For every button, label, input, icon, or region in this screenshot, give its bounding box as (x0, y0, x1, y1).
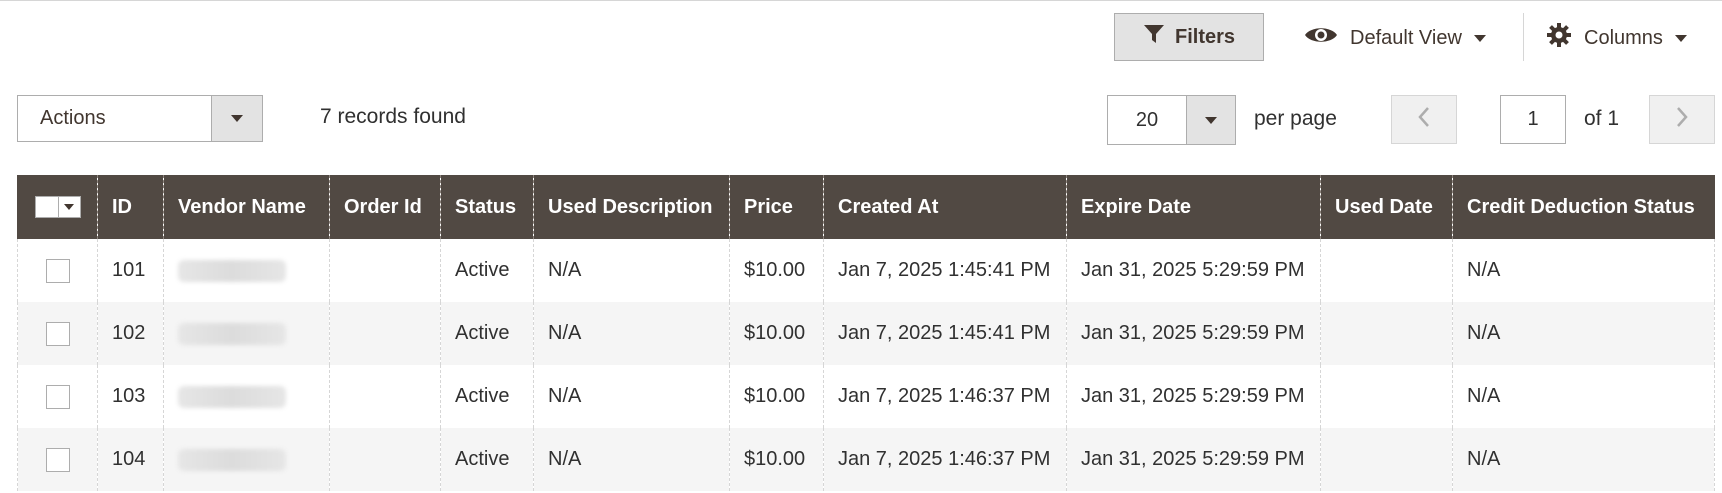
gear-icon (1546, 22, 1572, 54)
funnel-icon (1143, 23, 1165, 51)
view-label: Default View (1350, 26, 1462, 49)
cell-created-at: Jan 7, 2025 1:46:37 PM (823, 428, 1067, 491)
chevron-left-icon (1417, 106, 1431, 133)
page-number-input[interactable] (1500, 95, 1566, 144)
cell-credit-deduction-status: N/A (1452, 365, 1715, 428)
toolbar-separator (1523, 13, 1524, 61)
cell-used-date (1320, 365, 1453, 428)
cell-expire-date: Jan 31, 2025 5:29:59 PM (1066, 302, 1321, 365)
cell-vendor-name (163, 365, 330, 428)
actions-dropdown[interactable]: Actions (17, 95, 263, 142)
cell-credit-deduction-status: N/A (1452, 239, 1715, 302)
columns-button[interactable]: Columns (1546, 16, 1687, 60)
filters-button[interactable]: Filters (1114, 13, 1264, 61)
redacted-vendor-name (178, 322, 286, 345)
mass-select-checkbox[interactable] (34, 196, 59, 219)
mass-select[interactable] (34, 196, 81, 219)
table-row: 103 Active N/A $10.00 Jan 7, 2025 1:46:3… (17, 365, 1715, 428)
col-header-credit-deduction-status[interactable]: Credit Deduction Status (1452, 175, 1715, 239)
per-page-toggle[interactable] (1186, 96, 1235, 144)
col-header-order-id[interactable]: Order Id (329, 175, 441, 239)
mass-select-toggle[interactable] (58, 196, 81, 219)
cell-used-description: N/A (533, 428, 730, 491)
cell-order-id (329, 302, 441, 365)
row-checkbox[interactable] (45, 384, 70, 409)
cell-used-description: N/A (533, 365, 730, 428)
cell-price: $10.00 (729, 302, 824, 365)
cell-order-id (329, 428, 441, 491)
chevron-down-icon (1473, 34, 1486, 42)
cell-used-date (1320, 239, 1453, 302)
chevron-down-icon (1674, 34, 1687, 42)
chevron-down-icon (1205, 116, 1217, 124)
cell-id: 102 (97, 302, 164, 365)
col-header-id[interactable]: ID (97, 175, 164, 239)
cell-expire-date: Jan 31, 2025 5:29:59 PM (1066, 365, 1321, 428)
cell-order-id (329, 239, 441, 302)
chevron-down-icon (231, 115, 243, 122)
next-page-button[interactable] (1649, 95, 1715, 144)
top-divider (0, 0, 1722, 1)
per-page-select[interactable]: 20 (1107, 95, 1236, 145)
per-page-label: per page (1254, 107, 1337, 130)
table-row: 104 Active N/A $10.00 Jan 7, 2025 1:46:3… (17, 428, 1715, 491)
cell-id: 103 (97, 365, 164, 428)
previous-page-button[interactable] (1391, 95, 1457, 144)
cell-used-description: N/A (533, 302, 730, 365)
redacted-vendor-name (178, 385, 286, 408)
col-header-used-description[interactable]: Used Description (533, 175, 730, 239)
records-count: 7 records found (320, 105, 466, 128)
cell-order-id (329, 365, 441, 428)
cell-price: $10.00 (729, 239, 824, 302)
cell-credit-deduction-status: N/A (1452, 428, 1715, 491)
cell-used-date (1320, 302, 1453, 365)
cell-used-description: N/A (533, 239, 730, 302)
cell-vendor-name (163, 239, 330, 302)
cell-created-at: Jan 7, 2025 1:45:41 PM (823, 239, 1067, 302)
cell-status: Active (440, 302, 534, 365)
cell-vendor-name (163, 428, 330, 491)
chevron-down-icon (64, 204, 74, 211)
cell-status: Active (440, 428, 534, 491)
cell-created-at: Jan 7, 2025 1:45:41 PM (823, 302, 1067, 365)
cell-id: 104 (97, 428, 164, 491)
cell-credit-deduction-status: N/A (1452, 302, 1715, 365)
cell-used-date (1320, 428, 1453, 491)
cell-id: 101 (97, 239, 164, 302)
row-checkbox[interactable] (45, 258, 70, 283)
col-header-vendor-name[interactable]: Vendor Name (163, 175, 330, 239)
view-switcher[interactable]: Default View (1304, 16, 1486, 60)
cell-status: Active (440, 239, 534, 302)
cell-created-at: Jan 7, 2025 1:46:37 PM (823, 365, 1067, 428)
row-checkbox[interactable] (45, 447, 70, 472)
col-header-created-at[interactable]: Created At (823, 175, 1067, 239)
cell-price: $10.00 (729, 428, 824, 491)
actions-label: Actions (40, 107, 106, 129)
data-grid: ID Vendor Name Order Id Status Used Desc… (17, 175, 1715, 491)
col-header-price[interactable]: Price (729, 175, 824, 239)
cell-vendor-name (163, 302, 330, 365)
col-header-status[interactable]: Status (440, 175, 534, 239)
col-header-used-date[interactable]: Used Date (1320, 175, 1453, 239)
cell-price: $10.00 (729, 365, 824, 428)
mass-select-header[interactable] (17, 175, 98, 239)
col-header-expire-date[interactable]: Expire Date (1066, 175, 1321, 239)
table-row: 102 Active N/A $10.00 Jan 7, 2025 1:45:4… (17, 302, 1715, 365)
redacted-vendor-name (178, 448, 286, 471)
columns-label: Columns (1584, 26, 1663, 49)
row-checkbox[interactable] (45, 321, 70, 346)
filters-label: Filters (1174, 25, 1236, 48)
header-row: ID Vendor Name Order Id Status Used Desc… (17, 175, 1715, 239)
table-row: 101 Active N/A $10.00 Jan 7, 2025 1:45:4… (17, 239, 1715, 302)
per-page-value: 20 (1135, 109, 1159, 131)
chevron-right-icon (1675, 106, 1689, 133)
page-total-label: of 1 (1584, 107, 1620, 130)
eye-icon (1304, 24, 1338, 52)
cell-expire-date: Jan 31, 2025 5:29:59 PM (1066, 428, 1321, 491)
cell-expire-date: Jan 31, 2025 5:29:59 PM (1066, 239, 1321, 302)
actions-toggle[interactable] (211, 96, 262, 141)
cell-status: Active (440, 365, 534, 428)
redacted-vendor-name (178, 259, 286, 282)
